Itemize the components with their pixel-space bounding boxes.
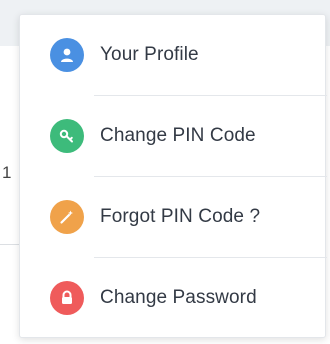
- menu-item-change-password[interactable]: Change Password: [20, 258, 325, 338]
- menu-item-label: Forgot PIN Code ?: [100, 206, 261, 227]
- menu-item-forgot-pin-code[interactable]: Forgot PIN Code ?: [20, 177, 325, 257]
- menu-item-label: Change Password: [100, 287, 257, 308]
- key-icon: [50, 119, 84, 153]
- magic-wand-icon: [50, 200, 84, 234]
- menu-item-label: Your Profile: [100, 44, 199, 65]
- menu-item-label: Change PIN Code: [100, 125, 256, 146]
- profile-dropdown-menu: Your Profile Change PIN Code Forgot PIN …: [19, 14, 327, 338]
- menu-item-your-profile[interactable]: Your Profile: [20, 15, 325, 95]
- user-icon: [50, 38, 84, 72]
- page: 1 Your Profile Change PIN Code Forgot PI…: [0, 0, 330, 344]
- lock-icon: [50, 281, 84, 315]
- menu-item-change-pin-code[interactable]: Change PIN Code: [20, 96, 325, 176]
- background-text-fragment: 1: [2, 163, 12, 182]
